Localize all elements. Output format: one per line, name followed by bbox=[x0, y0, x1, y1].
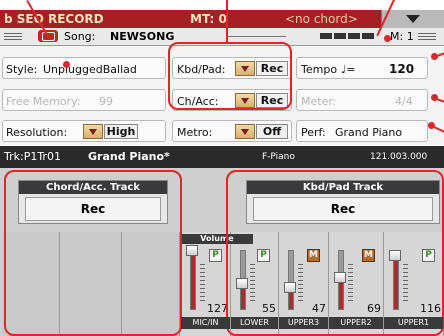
volume-value: 127 bbox=[207, 302, 228, 315]
resolution-label: Resolution: bbox=[6, 126, 68, 139]
perf-label: Perf: bbox=[301, 126, 326, 139]
style-cell[interactable]: Style: UnpluggedBallad bbox=[2, 57, 166, 79]
meter-label: Meter: bbox=[301, 95, 337, 108]
style-value: UnpluggedBallad bbox=[43, 63, 137, 76]
callout-box bbox=[4, 170, 182, 336]
tempo-label: Tempo bbox=[301, 63, 338, 76]
callout-box bbox=[168, 42, 292, 110]
grip-icon bbox=[4, 33, 22, 40]
song-label: Song: bbox=[64, 30, 96, 43]
sound-name: Grand Piano* bbox=[88, 150, 170, 163]
channel-name[interactable]: UPPER3 bbox=[279, 317, 328, 329]
meter-indicator: MT: 0 bbox=[190, 12, 227, 26]
style-label: Style: bbox=[6, 63, 38, 76]
chevron-down-icon bbox=[406, 15, 420, 23]
perf-value: Grand Piano bbox=[335, 126, 403, 139]
resolution-cell: Resolution: High bbox=[2, 120, 166, 142]
callout-dot bbox=[384, 35, 391, 42]
resolution-dropdown-icon[interactable] bbox=[83, 124, 103, 139]
metro-label: Metro: bbox=[177, 126, 213, 139]
page-menu-button[interactable] bbox=[381, 10, 444, 28]
chord-indicator: <no chord> bbox=[285, 12, 358, 26]
volume-slider-knob[interactable] bbox=[186, 245, 198, 256]
song-name[interactable]: NEWSONG bbox=[110, 30, 174, 43]
sound-family: F-Piano bbox=[262, 152, 295, 162]
grip-icon bbox=[418, 33, 436, 40]
free-memory-value: 99 bbox=[99, 95, 113, 108]
title-bar: b SEQ RECORD MT: 0 <no chord> bbox=[0, 10, 444, 28]
channel-name[interactable]: UPPER2 bbox=[329, 317, 383, 329]
free-memory-label: Free Memory: bbox=[6, 95, 81, 108]
track-info-bar[interactable]: Trk:P1Tr01 Grand Piano* F-Piano 121.003.… bbox=[0, 146, 444, 168]
metro-cell: Metro: Off bbox=[172, 120, 292, 142]
tempo-value: 120 bbox=[389, 62, 415, 76]
free-memory-cell: Free Memory: 99 bbox=[2, 89, 166, 111]
callout-dot bbox=[63, 61, 70, 68]
channel-name[interactable]: MIC/IN bbox=[181, 317, 230, 329]
metro-value[interactable]: Off bbox=[256, 124, 288, 139]
play-button[interactable]: P bbox=[209, 249, 222, 262]
bank-number: 121.003.000 bbox=[370, 152, 428, 162]
meter-cell: Meter: 4/4 bbox=[296, 89, 428, 111]
metro-dropdown-icon[interactable] bbox=[235, 124, 255, 139]
note-icon: ♩= bbox=[341, 63, 356, 76]
perf-cell[interactable]: Perf: Grand Piano bbox=[296, 120, 428, 142]
resolution-value[interactable]: High bbox=[104, 124, 138, 139]
position-meter bbox=[320, 33, 374, 39]
track-id: Trk:P1Tr01 bbox=[4, 150, 61, 163]
channel-name[interactable]: LOWER bbox=[231, 317, 278, 329]
volume-level-fill bbox=[191, 251, 195, 309]
measure-indicator: M: 1 bbox=[390, 30, 414, 43]
callout-box bbox=[226, 170, 444, 336]
callout-line bbox=[226, 0, 228, 44]
channel-name[interactable]: UPPER1 bbox=[384, 317, 443, 329]
tempo-cell[interactable]: Tempo ♩= 120 bbox=[296, 57, 428, 79]
scale-ticks bbox=[200, 264, 205, 304]
mode-title: b SEQ RECORD bbox=[4, 12, 104, 26]
divider bbox=[228, 36, 286, 37]
meter-value: 4/4 bbox=[395, 95, 413, 108]
